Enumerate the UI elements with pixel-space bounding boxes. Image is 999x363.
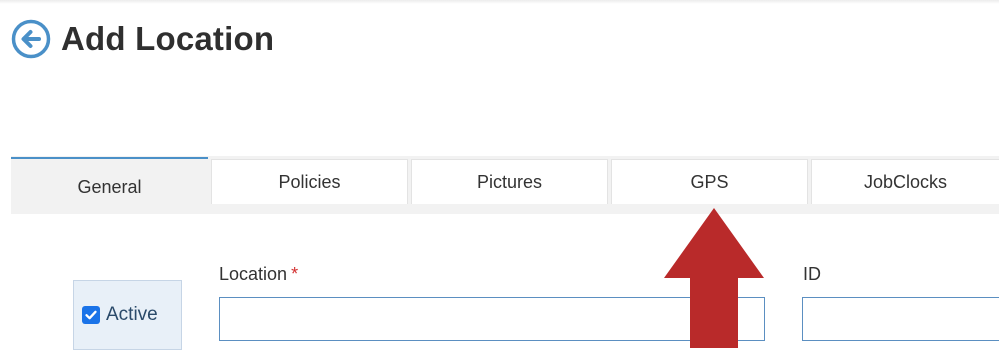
- tab-pictures[interactable]: Pictures: [411, 159, 608, 204]
- back-arrow-icon: [11, 19, 51, 59]
- page-title: Add Location: [61, 20, 275, 57]
- id-label: ID: [803, 264, 821, 284]
- tab-general[interactable]: General: [11, 157, 208, 214]
- top-shadow: [0, 0, 999, 4]
- tab-jobclocks[interactable]: JobClocks: [811, 159, 999, 204]
- location-label: Location *: [219, 264, 298, 285]
- active-toggle[interactable]: Active: [73, 280, 182, 350]
- required-marker: *: [291, 264, 299, 284]
- add-location-page: Add Location General Policies Pictures G…: [0, 0, 999, 363]
- location-label-text: Location: [219, 264, 288, 284]
- checkmark-icon: [85, 310, 97, 320]
- tab-policies[interactable]: Policies: [211, 159, 408, 204]
- id-input[interactable]: [802, 297, 999, 341]
- active-checkbox[interactable]: [82, 306, 100, 324]
- back-button[interactable]: [11, 19, 51, 59]
- active-label: Active: [106, 304, 158, 325]
- up-arrow-icon: [664, 208, 764, 348]
- tab-gps[interactable]: GPS: [611, 159, 808, 204]
